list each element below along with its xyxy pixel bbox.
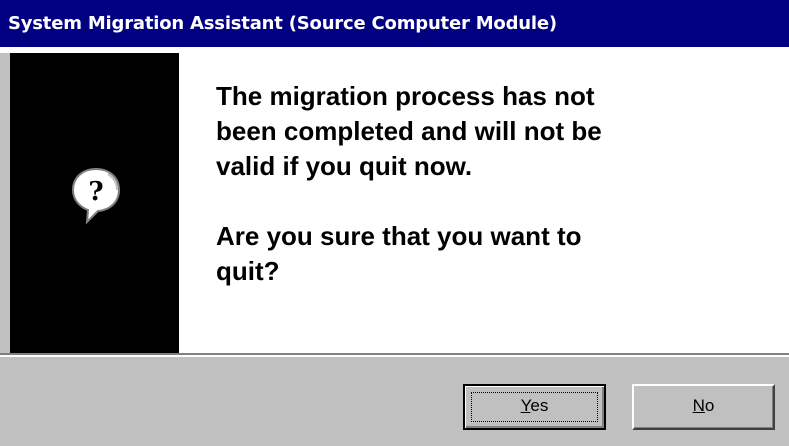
- icon-panel: ?: [10, 53, 179, 353]
- message-panel: The migration process has not been compl…: [179, 53, 789, 353]
- message-text: The migration process has not been compl…: [216, 79, 776, 289]
- button-area-separator-highlight: [0, 355, 789, 357]
- message-line-1: The migration process has not been compl…: [216, 81, 602, 181]
- question-icon: ?: [70, 166, 122, 226]
- migration-quit-dialog: System Migration Assistant (Source Compu…: [0, 0, 789, 446]
- message-line-2: Are you sure that you want to quit?: [216, 221, 582, 286]
- yes-button[interactable]: Yes: [463, 384, 606, 430]
- no-button[interactable]: No: [632, 384, 775, 430]
- window-title: System Migration Assistant (Source Compu…: [0, 0, 789, 47]
- question-glyph: ?: [88, 177, 103, 207]
- focus-rect: [471, 392, 598, 422]
- no-button-label: No: [692, 396, 715, 415]
